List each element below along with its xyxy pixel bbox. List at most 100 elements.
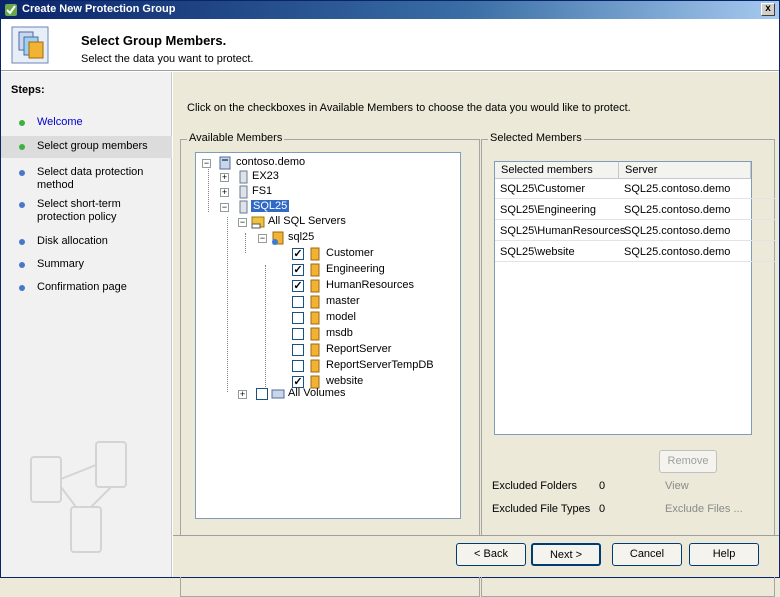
server-cell: SQL25.contoso.demo	[624, 246, 731, 258]
table-row[interactable]: SQL25\HumanResources SQL25.contoso.demo	[495, 221, 778, 241]
selected-members-list[interactable]: Selected members Server SQL25\Customer S…	[494, 161, 778, 435]
database-icon	[310, 279, 320, 293]
database-checkbox[interactable]: ✓	[292, 248, 304, 260]
database-checkbox[interactable]	[292, 344, 304, 356]
step-summary: Summary	[1, 258, 172, 271]
step-disk-allocation: Disk allocation	[1, 235, 172, 248]
step-label: Confirmation page	[37, 281, 127, 293]
step-welcome[interactable]: Welcome	[1, 116, 172, 129]
collapse-icon[interactable]: −	[258, 234, 267, 243]
step-pending-icon	[19, 202, 25, 208]
step-pending-icon	[19, 285, 25, 291]
table-row[interactable]: SQL25\Engineering SQL25.contoso.demo	[495, 200, 778, 220]
expand-icon[interactable]: +	[220, 173, 229, 182]
tree-node-database[interactable]: ✓ HumanResources	[292, 279, 462, 294]
step-short-term-policy: Select short-term protection policy	[1, 198, 172, 224]
next-button[interactable]: Next >	[531, 543, 601, 566]
collapse-icon[interactable]: −	[238, 218, 247, 227]
tree-label: ReportServerTempDB	[326, 359, 434, 371]
tree-node-contoso-demo[interactable]: − contoso.demo	[202, 156, 452, 171]
tree-node-all-volumes[interactable]: + All Volumes	[238, 387, 438, 402]
server-cell: SQL25.contoso.demo	[624, 225, 731, 237]
expand-icon[interactable]: +	[238, 390, 247, 399]
collapse-icon[interactable]: −	[220, 203, 229, 212]
step-select-group-members[interactable]: Select group members	[1, 136, 172, 158]
tree-node-ex23[interactable]: + EX23	[220, 170, 450, 185]
available-members-tree[interactable]: − contoso.demo + EX23 + FS1 − SQL25 − Al…	[195, 152, 461, 519]
tree-label: All Volumes	[288, 387, 346, 399]
database-icon	[310, 295, 320, 309]
tree-node-database[interactable]: model	[292, 311, 462, 326]
server-cell: SQL25.contoso.demo	[624, 183, 731, 195]
member-cell: SQL25\Customer	[500, 183, 585, 195]
tree-node-database[interactable]: ReportServerTempDB	[292, 359, 462, 374]
domain-icon	[219, 156, 231, 170]
tree-node-database[interactable]: ReportServer	[292, 343, 462, 358]
database-checkbox[interactable]: ✓	[292, 264, 304, 276]
back-button[interactable]: < Back	[456, 543, 526, 566]
step-label: Summary	[37, 258, 85, 270]
step-pending-icon	[19, 170, 25, 176]
server-icon	[239, 185, 248, 199]
step-pending-icon	[19, 262, 25, 268]
tree-node-database[interactable]: master	[292, 295, 462, 310]
database-icon	[310, 327, 320, 341]
step-confirmation: Confirmation page	[1, 281, 172, 294]
server-cell: SQL25.contoso.demo	[624, 204, 731, 216]
remove-button[interactable]: Remove	[659, 450, 717, 473]
excluded-folders-label: Excluded Folders	[492, 480, 577, 492]
cancel-button[interactable]: Cancel	[612, 543, 682, 566]
tree-label: contoso.demo	[236, 156, 306, 168]
step-complete-icon	[19, 120, 25, 126]
steps-title: Steps:	[11, 84, 45, 96]
column-header-selected-members[interactable]: Selected members	[495, 162, 619, 179]
database-icon	[310, 311, 320, 325]
page-subtitle: Select the data you want to protect.	[81, 53, 254, 65]
database-checkbox[interactable]	[292, 360, 304, 372]
step-select-protection-method: Select data protection method	[1, 166, 172, 192]
table-row[interactable]: SQL25\Customer SQL25.contoso.demo	[495, 179, 778, 199]
member-cell: SQL25\Engineering	[500, 204, 597, 216]
sql-instance-icon	[272, 231, 284, 245]
database-checkbox[interactable]	[292, 296, 304, 308]
member-cell: SQL25\website	[500, 246, 575, 258]
tree-node-sql25-instance[interactable]: − sql25	[258, 231, 448, 246]
step-label: Select short-term protection policy	[37, 198, 121, 223]
tree-node-database[interactable]: ✓ Customer	[292, 247, 462, 262]
tree-node-fs1[interactable]: + FS1	[220, 185, 450, 200]
tree-node-all-sql-servers[interactable]: − All SQL Servers	[238, 215, 448, 230]
title-bar: Create New Protection Group x	[1, 1, 779, 19]
step-label: Welcome	[37, 116, 83, 128]
database-checkbox[interactable]	[292, 328, 304, 340]
table-row[interactable]: SQL25\website SQL25.contoso.demo	[495, 242, 778, 262]
close-button[interactable]: x	[761, 3, 775, 16]
excluded-file-types-label: Excluded File Types	[492, 503, 591, 515]
tree-node-sql25[interactable]: − SQL25	[220, 200, 450, 215]
tree-label: sql25	[288, 231, 315, 243]
database-checkbox[interactable]	[292, 312, 304, 324]
tree-label: EX23	[252, 170, 279, 182]
member-cell: SQL25\HumanResources	[500, 225, 626, 237]
tree-node-database[interactable]: msdb	[292, 327, 462, 342]
help-button[interactable]: Help	[689, 543, 759, 566]
excluded-file-types-count: 0	[599, 503, 606, 515]
database-checkbox[interactable]: ✓	[292, 280, 304, 292]
servers-watermark-icon	[30, 441, 127, 553]
exclude-files-link[interactable]: Exclude Files ...	[665, 503, 743, 515]
all-volumes-checkbox[interactable]	[256, 388, 268, 400]
tree-label: HumanResources	[326, 279, 415, 291]
column-header-server[interactable]: Server	[619, 162, 751, 179]
selected-members-title: Selected Members	[488, 132, 584, 144]
tree-label: msdb	[326, 327, 353, 339]
expand-icon[interactable]: +	[220, 188, 229, 197]
tree-label-selected: SQL25	[251, 200, 290, 212]
sql-servers-icon	[251, 216, 265, 229]
protection-group-icon	[11, 26, 49, 64]
database-icon	[310, 247, 320, 261]
collapse-icon[interactable]: −	[202, 159, 211, 168]
view-link[interactable]: View	[665, 480, 689, 492]
excluded-folders-count: 0	[599, 480, 606, 492]
available-members-title: Available Members	[187, 132, 285, 144]
step-label: Select group members	[37, 140, 148, 152]
tree-node-database[interactable]: ✓ Engineering	[292, 263, 462, 278]
